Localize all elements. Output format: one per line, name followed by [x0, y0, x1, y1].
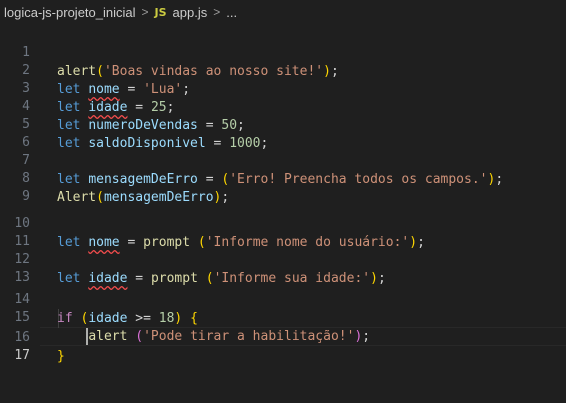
code-line: 7 let mensagemDeErro = ('Erro! Preencha …: [0, 132, 566, 187]
code-line: 10 let nome = prompt ('Informe nome do u…: [0, 195, 566, 250]
code-line: 17: [0, 327, 566, 363]
code-text: }: [57, 347, 65, 366]
breadcrumb-more[interactable]: ...: [226, 5, 237, 20]
code-line: 11: [0, 213, 566, 249]
breadcrumb-folder[interactable]: logica-js-projeto_inicial: [4, 5, 136, 20]
code-line: 15 alert ('Pode tirar a habilitação!');: [0, 289, 566, 344]
javascript-file-icon: JS: [154, 5, 167, 19]
chevron-right-icon: >: [213, 5, 221, 19]
code-line: 2 let nome = 'Lua';: [0, 42, 566, 97]
breadcrumb: logica-js-projeto_inicial > JS app.js > …: [0, 0, 566, 24]
code-editor[interactable]: 1 alert('Boas vindas ao nosso site!'); 2…: [0, 24, 566, 364]
breadcrumb-file[interactable]: app.js: [173, 5, 208, 20]
code-line: 1 alert('Boas vindas ao nosso site!');: [0, 24, 566, 79]
code-line: 13: [0, 249, 566, 285]
token: }: [57, 349, 65, 364]
code-line: 14 if (idade >= 18) {: [0, 271, 566, 326]
code-line: 3 let idade = 25;: [0, 60, 566, 115]
chevron-right-icon: >: [141, 5, 149, 19]
code-line: 9: [0, 168, 566, 204]
code-line: 5 let saldoDisponivel = 1000;: [0, 96, 566, 151]
text-cursor: [86, 328, 88, 345]
code-line: 8 Alert(mensagemDeErro);: [0, 150, 566, 205]
code-line: 6: [0, 114, 566, 150]
code-line: 16 }: [0, 309, 566, 364]
code-line: 4 let numeroDeVendas = 50;: [0, 78, 566, 133]
code-line: 12 let idade = prompt ('Informe sua idad…: [0, 231, 566, 286]
